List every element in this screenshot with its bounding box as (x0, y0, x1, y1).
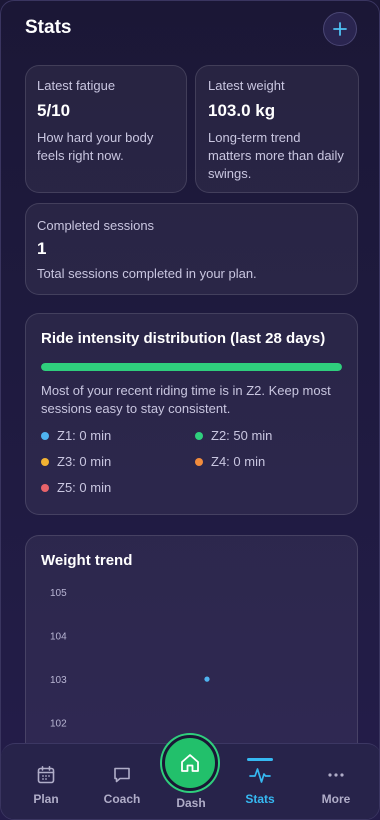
fatigue-card: Latest fatigue 5/10 How hard your body f… (25, 65, 187, 193)
weight-data-point (204, 676, 210, 682)
distribution-bar (41, 363, 342, 371)
more-icon (328, 773, 344, 777)
zone-item-z2: Z2: 50 min (195, 428, 272, 443)
nav-label-dash: Dash (176, 796, 206, 810)
sessions-description: Total sessions completed in your plan. (37, 266, 257, 281)
zone-item-z3: Z3: 0 min (41, 454, 111, 469)
nav-item-coach[interactable]: Coach (86, 744, 158, 819)
home-icon (181, 754, 199, 772)
zone-dot (195, 431, 203, 440)
intensity-distribution-card: Ride intensity distribution (last 28 day… (25, 313, 358, 515)
nav-label-plan: Plan (33, 792, 59, 806)
weight-trend-title: Weight trend (41, 552, 133, 569)
distribution-title: Ride intensity distribution (last 28 day… (41, 330, 326, 347)
y-tick-label: 105 (50, 588, 67, 599)
sessions-card: Completed sessions 1 Total sessions comp… (25, 203, 358, 295)
y-tick-label: 102 (50, 719, 67, 730)
zone-dot (195, 457, 203, 466)
zone-label: Z4: 0 min (211, 454, 266, 469)
plus-icon (333, 22, 347, 36)
add-button[interactable] (323, 12, 357, 46)
weight-description: Long-term trend matters more than daily … (208, 130, 344, 181)
zone-item-z5: Z5: 0 min (41, 480, 111, 495)
fatigue-value: 5/10 (37, 101, 71, 120)
header: Stats (1, 1, 379, 57)
sessions-label: Completed sessions (37, 218, 155, 233)
nav-item-stats[interactable]: Stats (224, 744, 296, 819)
nav-label-more: More (321, 792, 351, 806)
distribution-bar-fill (41, 363, 342, 371)
zone-item-z4: Z4: 0 min (195, 454, 265, 469)
app-frame: Stats Latest fatigue 5/10 How hard your … (0, 0, 380, 820)
calendar-icon (37, 766, 55, 784)
sessions-value: 1 (37, 239, 47, 258)
y-tick-label: 103 (50, 675, 67, 686)
zone-dot (41, 457, 49, 466)
distribution-note: Most of your recent riding time is in Z2… (41, 383, 331, 416)
active-indicator (247, 758, 273, 761)
nav-label-stats: Stats (245, 792, 275, 806)
fatigue-description: How hard your body feels right now. (37, 130, 154, 163)
nav-item-more[interactable]: More (300, 744, 372, 819)
weight-card: Latest weight 103.0 kg Long-term trend m… (195, 65, 359, 193)
chat-icon (114, 767, 130, 783)
zone-dot (41, 431, 49, 440)
activity-icon (249, 768, 271, 783)
y-tick-label: 104 (50, 632, 67, 643)
zone-label: Z3: 0 min (57, 454, 112, 469)
dash-home-button[interactable] (162, 735, 218, 791)
fatigue-label: Latest fatigue (37, 78, 116, 93)
zone-label: Z5: 0 min (57, 480, 112, 495)
weight-label: Latest weight (208, 78, 285, 93)
nav-item-plan[interactable]: Plan (10, 744, 82, 819)
zone-label: Z2: 50 min (211, 428, 273, 443)
zone-legend: Z1: 0 min Z2: 50 min Z3: 0 min Z4: 0 min… (41, 428, 342, 508)
zone-item-z1: Z1: 0 min (41, 428, 111, 443)
page-title: Stats (25, 17, 72, 38)
weight-value: 103.0 kg (208, 101, 276, 120)
zone-label: Z1: 0 min (57, 428, 112, 443)
zone-dot (41, 483, 49, 492)
nav-label-coach: Coach (103, 792, 141, 806)
